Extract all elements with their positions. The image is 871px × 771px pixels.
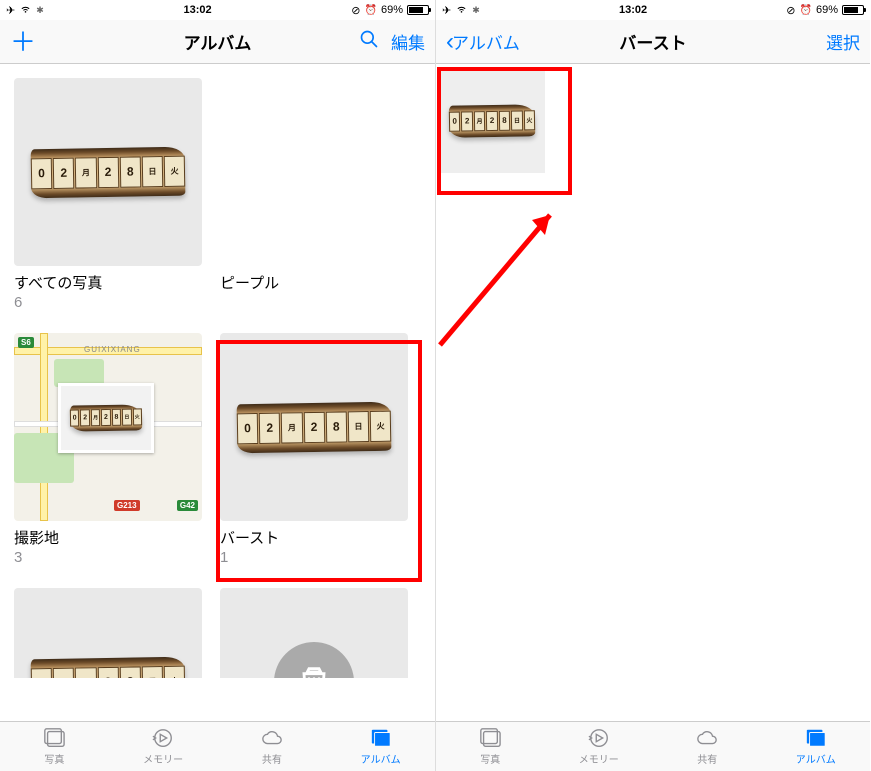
album-deleted-partial[interactable]: [220, 588, 408, 678]
cloud-icon: [259, 727, 285, 749]
battery-icon: [407, 5, 429, 15]
tab-label: 共有: [697, 751, 717, 766]
albums-icon: [803, 727, 829, 749]
orientation-lock-icon: ⊘: [351, 4, 360, 17]
tab-label: 共有: [262, 751, 282, 766]
status-bar: ✈ ✱ 13:02 ⊘ ⏰ 69%: [0, 0, 435, 20]
album-people[interactable]: ピープル: [220, 78, 408, 311]
memories-icon: [150, 727, 176, 749]
nav-bar: ‹ アルバム バースト 選択: [436, 20, 870, 64]
photos-icon: [477, 727, 503, 749]
back-label: アルバム: [452, 29, 520, 54]
tab-shared[interactable]: 共有: [653, 722, 762, 771]
battery-pct: 69%: [816, 4, 838, 16]
map-shield: G213: [114, 500, 140, 511]
alarm-icon: ⏰: [800, 5, 812, 16]
album-name: バースト: [220, 527, 408, 548]
select-button[interactable]: 選択: [826, 29, 860, 54]
tab-memories[interactable]: メモリー: [545, 722, 654, 771]
album-count: 6: [14, 294, 202, 311]
photos-icon: [41, 727, 67, 749]
status-time: 13:02: [619, 4, 647, 16]
orientation-lock-icon: ⊘: [786, 4, 795, 17]
albums-content: 0 2 月 2 8 日 火 すべての写真 6 ピープル: [0, 64, 435, 721]
tab-bar: 写真 メモリー 共有 アルバム: [0, 721, 435, 771]
airplane-icon: ✈: [442, 4, 451, 17]
album-thumbnail-map: GUIXIXIANG S6 G213 G42 0 2 月 2 8 日 火: [14, 333, 202, 521]
tab-shared[interactable]: 共有: [218, 722, 327, 771]
nav-bar: ＋ アルバム 編集: [0, 20, 435, 64]
map-shield: G42: [177, 500, 198, 511]
edit-button[interactable]: 編集: [391, 29, 425, 54]
right-screenshot: ✈ ✱ 13:02 ⊘ ⏰ 69% ‹ アルバム バースト 選択: [435, 0, 870, 771]
album-count: 1: [220, 549, 408, 566]
status-bar: ✈ ✱ 13:02 ⊘ ⏰ 69%: [436, 0, 870, 20]
map-shield: S6: [18, 337, 34, 348]
calendar-sign-icon: 0 2 月 2 8 日 火: [31, 656, 186, 678]
memories-icon: [586, 727, 612, 749]
tab-label: アルバム: [361, 751, 401, 766]
tab-memories[interactable]: メモリー: [109, 722, 218, 771]
trash-icon: [274, 642, 354, 678]
battery-icon: [842, 5, 864, 15]
calendar-sign-icon: 0 2 月 2 8 日 火: [449, 104, 536, 137]
alarm-icon: ⏰: [365, 5, 377, 16]
albums-icon: [368, 727, 394, 749]
wifi-icon: [19, 4, 32, 17]
status-time: 13:02: [183, 4, 211, 16]
album-name: すべての写真: [14, 272, 202, 293]
album-places[interactable]: GUIXIXIANG S6 G213 G42 0 2 月 2 8 日 火: [14, 333, 202, 566]
nav-title: アルバム: [110, 29, 325, 54]
tab-label: 写真: [44, 751, 64, 766]
album-burst[interactable]: 0 2 月 2 8 日 火 バースト 1: [220, 333, 408, 566]
left-screenshot: ✈ ✱ 13:02 ⊘ ⏰ 69% ＋ アルバム 編集: [0, 0, 435, 771]
album-count: 3: [14, 549, 202, 566]
tab-label: 写真: [480, 751, 500, 766]
wifi-icon: [455, 4, 468, 17]
tab-label: メモリー: [579, 751, 619, 766]
back-button[interactable]: ‹ アルバム: [446, 28, 520, 56]
album-thumbnail: 0 2 月 2 8 日 火: [14, 78, 202, 266]
tab-photos[interactable]: 写真: [0, 722, 109, 771]
cloud-icon: [694, 727, 720, 749]
search-button[interactable]: [359, 29, 379, 54]
tab-photos[interactable]: 写真: [436, 722, 545, 771]
album-name: 撮影地: [14, 527, 202, 548]
album-all-photos[interactable]: 0 2 月 2 8 日 火 すべての写真 6: [14, 78, 202, 311]
tab-albums[interactable]: アルバム: [326, 722, 435, 771]
album-thumbnail: [220, 78, 408, 266]
burst-photo-thumbnail[interactable]: 0 2 月 2 8 日 火: [440, 68, 545, 173]
battery-pct: 69%: [381, 4, 403, 16]
tab-label: メモリー: [143, 751, 183, 766]
album-name: ピープル: [220, 272, 408, 293]
burst-content: 0 2 月 2 8 日 火: [436, 64, 870, 721]
album-thumbnail: 0 2 月 2 8 日 火: [220, 333, 408, 521]
map-label: GUIXIXIANG: [84, 345, 141, 354]
loading-icon: ✱: [472, 5, 480, 16]
add-button[interactable]: ＋: [10, 29, 36, 55]
calendar-sign-icon: 0 2 月 2 8 日 火: [31, 146, 186, 198]
tab-label: アルバム: [796, 751, 836, 766]
calendar-sign-icon: 0 2 月 2 8 日 火: [70, 405, 142, 432]
loading-icon: ✱: [36, 5, 44, 16]
album-thumbnail-trash: [220, 588, 408, 678]
airplane-icon: ✈: [6, 4, 15, 17]
album-item-partial[interactable]: 0 2 月 2 8 日 火: [14, 588, 202, 678]
album-thumbnail: 0 2 月 2 8 日 火: [14, 588, 202, 678]
calendar-sign-icon: 0 2 月 2 8 日 火: [237, 401, 392, 453]
nav-title: バースト: [546, 29, 760, 54]
tab-albums[interactable]: アルバム: [762, 722, 871, 771]
tab-bar: 写真 メモリー 共有 アルバム: [436, 721, 870, 771]
map-photo-pin: 0 2 月 2 8 日 火: [58, 383, 154, 453]
